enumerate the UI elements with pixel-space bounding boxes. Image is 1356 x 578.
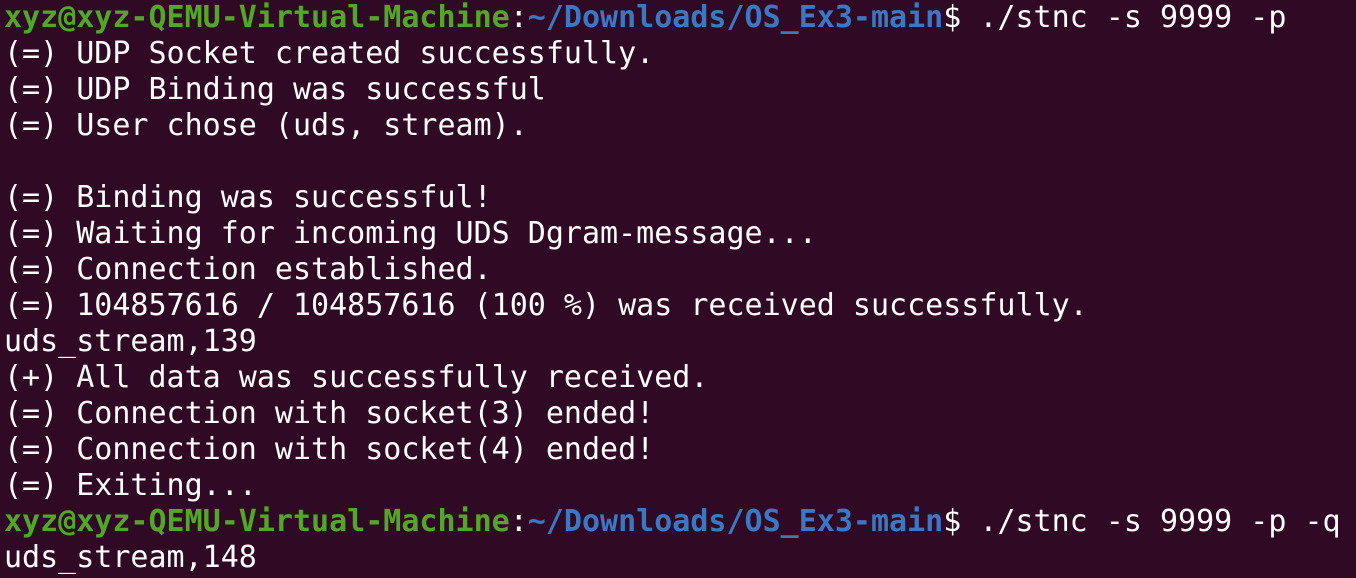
prompt-separator: :: [509, 0, 528, 35]
terminal-window[interactable]: xyz@xyz-QEMU-Virtual-Machine:~/Downloads…: [0, 0, 1356, 578]
output-line: (=) UDP Socket created successfully.: [4, 36, 655, 71]
prompt-symbol: $: [943, 504, 962, 539]
output-line: (=) 104857616 / 104857616 (100 %) was re…: [4, 288, 1088, 323]
prompt-path: ~/Downloads/OS_Ex3-main: [527, 504, 944, 539]
output-line: (=) Connection with socket(4) ended!: [4, 432, 655, 467]
prompt-command: ./stnc -s 9999 -p: [961, 0, 1287, 35]
output-line: (=) Binding was successful!: [4, 180, 492, 215]
prompt-command: ./stnc -s 9999 -p -q: [961, 504, 1341, 539]
output-line: (=) Exiting...: [4, 468, 257, 503]
prompt-user-host: xyz@xyz-QEMU-Virtual-Machine: [4, 0, 510, 35]
output-line: (=) Connection established.: [4, 252, 492, 287]
output-line: (=) UDP Binding was successful: [4, 72, 546, 107]
output-line: (=) Waiting for incoming UDS Dgram-messa…: [4, 216, 817, 251]
prompt-path: ~/Downloads/OS_Ex3-main: [527, 0, 944, 35]
output-line: (=) User chose (uds, stream).: [4, 108, 528, 143]
output-line: uds_stream,139: [4, 324, 257, 359]
prompt-separator: :: [509, 504, 528, 539]
output-line: (=) Connection with socket(3) ended!: [4, 396, 655, 431]
prompt-symbol: $: [943, 0, 962, 35]
output-line: (+) All data was successfully received.: [4, 360, 709, 395]
output-line: uds_stream,148: [4, 540, 257, 575]
prompt-user-host: xyz@xyz-QEMU-Virtual-Machine: [4, 504, 510, 539]
prompt-line: xyz@xyz-QEMU-Virtual-Machine:~/Downloads…: [4, 504, 1356, 540]
prompt-line: xyz@xyz-QEMU-Virtual-Machine:~/Downloads…: [4, 0, 1356, 36]
